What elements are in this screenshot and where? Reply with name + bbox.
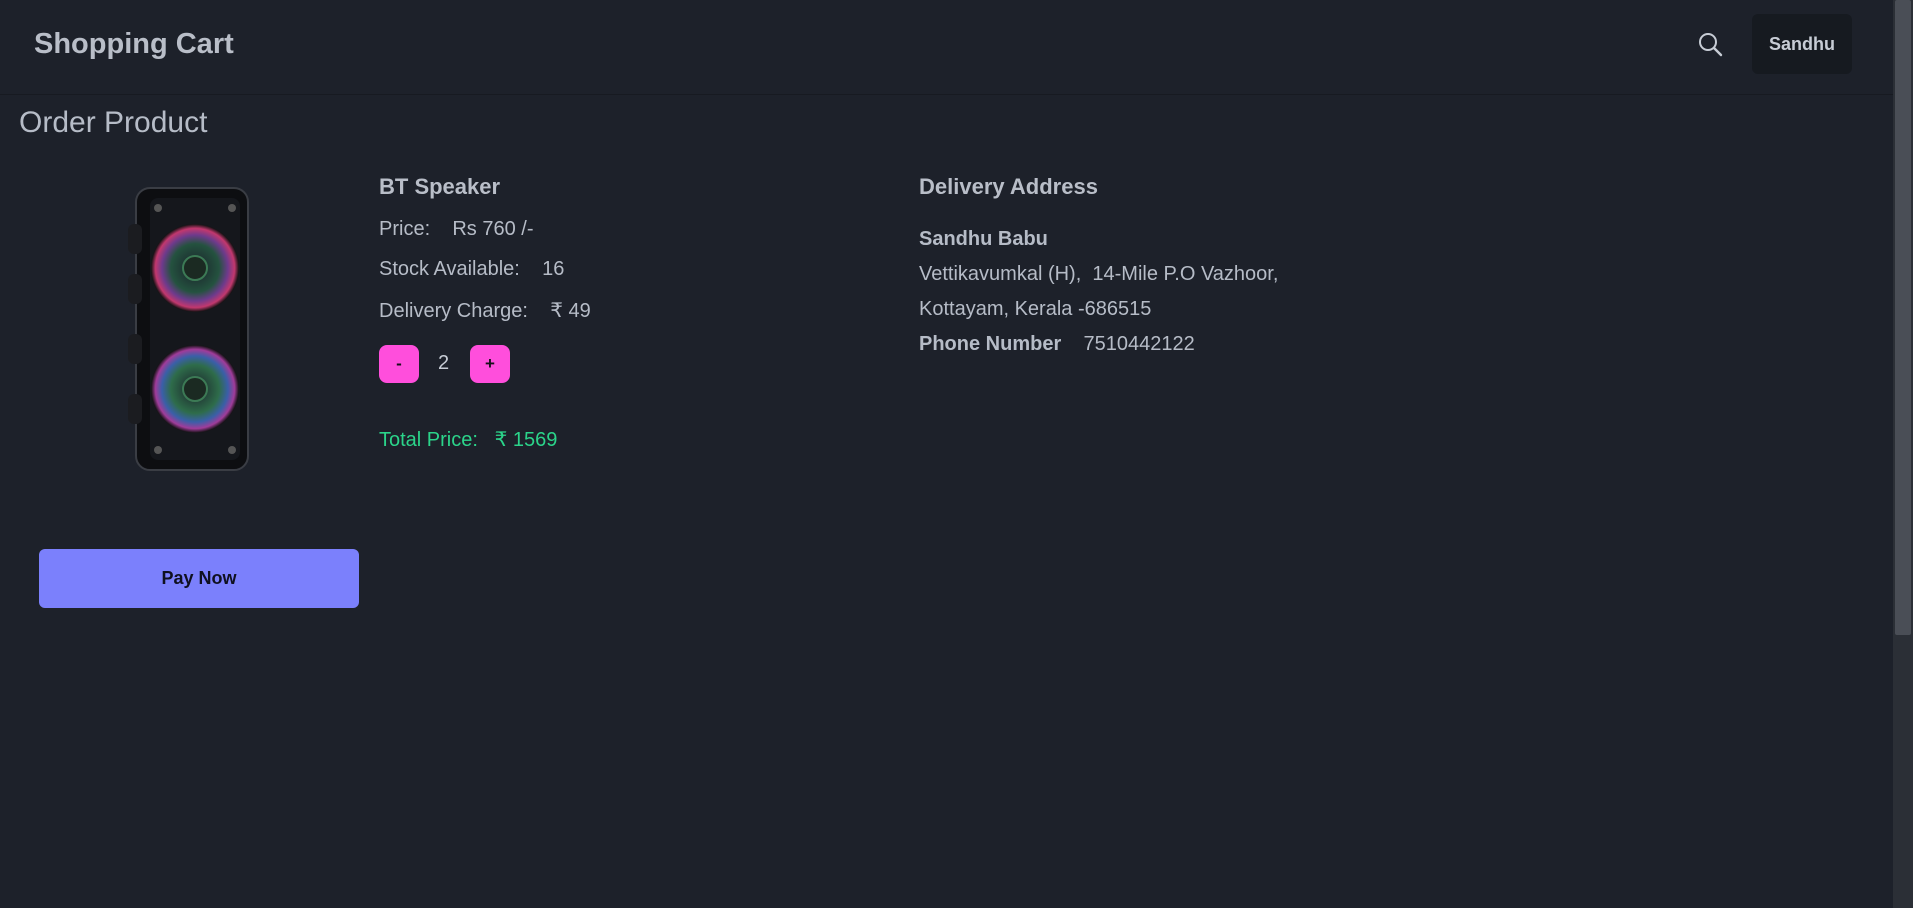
delivery-charge-value: ₹ 49 xyxy=(550,300,591,322)
total-price-row: Total Price: ₹ 1569 xyxy=(379,427,557,452)
increase-quantity-button[interactable]: + xyxy=(470,345,510,383)
address-line-2: Kottayam, Kerala -686515 xyxy=(919,298,1152,320)
price-row: Price: Rs 760 /- xyxy=(379,218,534,241)
stock-label: Stock Available: xyxy=(379,258,520,280)
page-title: Order Product xyxy=(19,106,208,139)
price-label: Price: xyxy=(379,218,431,240)
user-menu-button[interactable]: Sandhu xyxy=(1752,14,1852,74)
total-price-label: Total Price: xyxy=(379,429,478,451)
phone-label: Phone Number xyxy=(919,333,1062,355)
product-image xyxy=(126,184,256,474)
pay-now-button[interactable]: Pay Now xyxy=(39,549,359,608)
address-line-1: Vettikavumkal (H), 14-Mile P.O Vazhoor, xyxy=(919,263,1279,285)
search-button[interactable] xyxy=(1696,30,1726,60)
delivery-charge-label: Delivery Charge: xyxy=(379,300,528,322)
top-header: Shopping Cart Sandhu xyxy=(0,0,1893,95)
product-name: BT Speaker xyxy=(379,174,501,199)
price-value: Rs 760 /- xyxy=(452,218,534,240)
vertical-scrollbar[interactable] xyxy=(1893,0,1913,908)
total-price-value: ₹ 1569 xyxy=(494,429,558,451)
stock-row: Stock Available: 16 xyxy=(379,258,564,281)
phone-value: 7510442122 xyxy=(1083,333,1195,355)
address-name: Sandhu Babu xyxy=(919,228,1048,250)
phone-row: Phone Number 7510442122 xyxy=(919,333,1195,356)
quantity-value: 2 xyxy=(438,352,450,374)
search-icon xyxy=(1699,33,1723,57)
decrease-quantity-button[interactable]: - xyxy=(379,345,419,383)
stock-value: 16 xyxy=(542,258,565,280)
delivery-address-title: Delivery Address xyxy=(919,174,1098,199)
delivery-charge-row: Delivery Charge: ₹ 49 xyxy=(379,298,591,323)
scrollbar-thumb[interactable] xyxy=(1895,0,1911,635)
app-title: Shopping Cart xyxy=(34,28,234,60)
